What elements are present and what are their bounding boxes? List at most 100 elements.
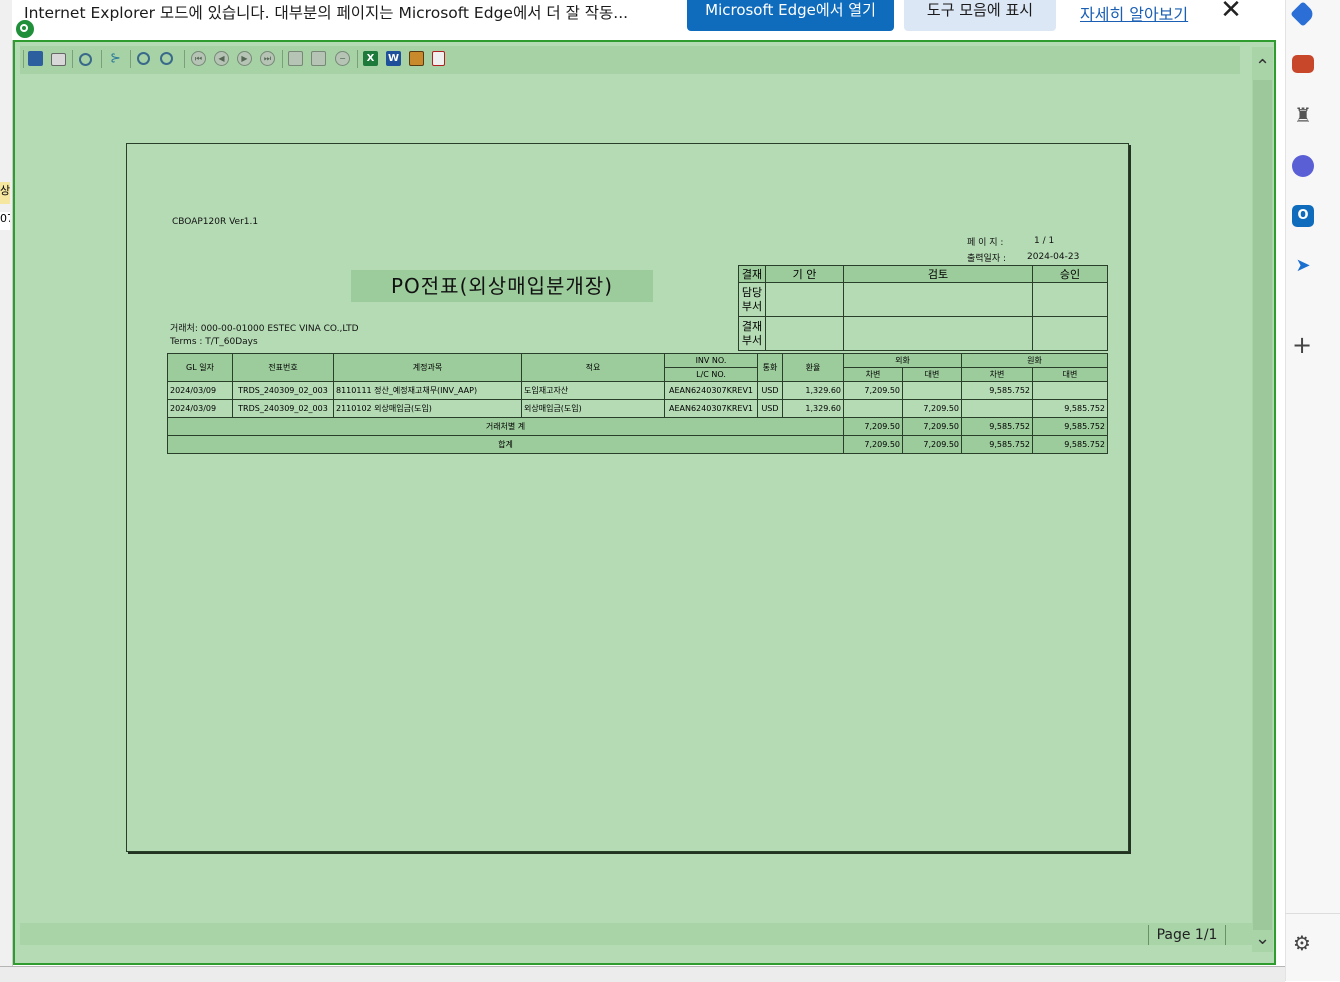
cell-account: 2110102 외상매입금(도입) bbox=[333, 399, 522, 418]
col-header: 적요 bbox=[521, 353, 665, 382]
save-icon[interactable] bbox=[28, 51, 43, 66]
ie-mode-icon[interactable] bbox=[15, 19, 35, 39]
col-header: INV NO. bbox=[664, 353, 758, 368]
subtotal-l-debit: 9,585.752 bbox=[961, 417, 1033, 436]
last-page-icon[interactable]: ⏭ bbox=[260, 51, 275, 66]
toolbox-icon[interactable] bbox=[1292, 55, 1314, 73]
gear-icon[interactable]: ⚙ bbox=[1290, 931, 1314, 955]
approval-cell bbox=[843, 316, 1033, 351]
col-header: GL 일자 bbox=[167, 353, 233, 382]
report-viewer-toolbar: ⊱ ⏮ ◀ ▶ ⏭ − X W bbox=[20, 46, 1240, 74]
col-header: 환율 bbox=[782, 353, 844, 382]
program-id: CBOAP120R Ver1.1 bbox=[172, 217, 259, 227]
first-page-icon[interactable]: ⏮ bbox=[191, 51, 206, 66]
approval-cell bbox=[765, 282, 844, 317]
cell-account: 8110111 정산_예정재고채무(INV_AAP) bbox=[333, 381, 522, 400]
col-header: 차변 bbox=[843, 367, 903, 382]
scroll-down-icon[interactable]: ⌄ bbox=[1252, 929, 1273, 949]
infobar-message: Internet Explorer 모드에 있습니다. 대부분의 페이지는 Mi… bbox=[24, 4, 629, 22]
next-page-icon[interactable]: ▶ bbox=[237, 51, 252, 66]
cell-f-credit: 7,209.50 bbox=[902, 399, 962, 418]
outlook-icon[interactable]: O bbox=[1292, 205, 1314, 227]
cell-f-debit: 7,209.50 bbox=[843, 381, 903, 400]
word-icon[interactable]: W bbox=[386, 51, 401, 66]
close-icon[interactable]: ✕ bbox=[1219, 0, 1243, 24]
open-in-edge-button[interactable]: Microsoft Edge에서 열기 bbox=[687, 0, 894, 31]
scroll-up-icon[interactable]: ⌃ bbox=[1252, 57, 1273, 77]
pdf-icon[interactable] bbox=[432, 51, 445, 66]
window-bottom-edge bbox=[0, 966, 1285, 982]
cell-slip-no: TRDS_240309_02_003 bbox=[232, 399, 334, 418]
print-icon[interactable] bbox=[51, 53, 66, 66]
total-l-debit: 9,585.752 bbox=[961, 435, 1033, 454]
scrollbar-thumb[interactable] bbox=[1253, 80, 1272, 930]
cell-f-debit bbox=[843, 399, 903, 418]
cell-inv-no: AEAN6240307KREV1 bbox=[664, 399, 758, 418]
approval-header: 승인 bbox=[1032, 265, 1108, 283]
col-header: 대변 bbox=[1032, 367, 1108, 382]
total-l-credit: 9,585.752 bbox=[1032, 435, 1108, 454]
show-in-toolbar-button[interactable]: 도구 모음에 표시 bbox=[904, 0, 1056, 31]
copilot-icon[interactable] bbox=[1292, 155, 1314, 177]
cell-currency: USD bbox=[757, 381, 783, 400]
cell-gl-date: 2024/03/09 bbox=[167, 381, 233, 400]
approval-cell bbox=[843, 282, 1033, 317]
image-icon[interactable] bbox=[409, 51, 424, 66]
edge-sidebar bbox=[1285, 0, 1340, 981]
sidebar-divider bbox=[1285, 913, 1340, 914]
find-icon[interactable] bbox=[160, 52, 173, 65]
cell-gl-date: 2024/03/09 bbox=[167, 399, 233, 418]
prev-page-icon[interactable]: ◀ bbox=[214, 51, 229, 66]
col-header: 원화 bbox=[961, 353, 1108, 368]
subtotal-l-credit: 9,585.752 bbox=[1032, 417, 1108, 436]
total-f-credit: 7,209.50 bbox=[902, 435, 962, 454]
cell-currency: USD bbox=[757, 399, 783, 418]
journal-table: GL 일자 전표번호 계정과목 적요 INV NO. 통화 환율 외화 원화 L… bbox=[167, 353, 1108, 454]
background-window-label: 상 bbox=[0, 182, 10, 204]
cell-memo: 도입재고자산 bbox=[521, 381, 665, 400]
table-row: 2024/03/09 TRDS_240309_02_003 2110102 외상… bbox=[167, 399, 1108, 418]
approval-cell bbox=[1032, 282, 1108, 317]
total-label: 합계 bbox=[167, 435, 844, 454]
report-title: PO전표(외상매입분개장) bbox=[351, 270, 653, 302]
subtotal-f-credit: 7,209.50 bbox=[902, 417, 962, 436]
approval-header: 기 안 bbox=[765, 265, 844, 283]
table-row: 2024/03/09 TRDS_240309_02_003 8110111 정산… bbox=[167, 381, 1108, 400]
vendor-line: 거래처: 000-00-01000 ESTEC VINA CO.,LTD bbox=[170, 324, 359, 334]
tree-icon[interactable]: ⊱ bbox=[108, 51, 123, 66]
page-value: 1 / 1 bbox=[1034, 236, 1055, 246]
cell-l-debit bbox=[961, 399, 1033, 418]
excel-icon[interactable]: X bbox=[363, 51, 378, 66]
terms-line: Terms : T/T_60Days bbox=[170, 337, 258, 347]
approval-cell bbox=[765, 316, 844, 351]
search-icon[interactable] bbox=[137, 52, 150, 65]
zoom-icon[interactable] bbox=[79, 53, 92, 66]
col-header: 전표번호 bbox=[232, 353, 334, 382]
page-indicator: Page 1/1 bbox=[1148, 925, 1226, 945]
approval-cell bbox=[1032, 316, 1108, 351]
export-icon[interactable] bbox=[288, 51, 303, 66]
add-icon[interactable]: + bbox=[1290, 333, 1314, 358]
total-f-debit: 7,209.50 bbox=[843, 435, 903, 454]
col-header: 통화 bbox=[757, 353, 783, 382]
viewer-status-bar bbox=[20, 923, 1252, 945]
cell-memo: 외상매입금(도입) bbox=[521, 399, 665, 418]
approval-row-label: 담당 부서 bbox=[738, 282, 766, 317]
approval-header: 결재 bbox=[738, 265, 766, 283]
col-header: 차변 bbox=[961, 367, 1033, 382]
chess-icon[interactable]: ♜ bbox=[1292, 104, 1314, 126]
send-icon[interactable]: ➤ bbox=[1292, 255, 1314, 277]
approval-header: 검토 bbox=[843, 265, 1033, 283]
cell-l-credit bbox=[1032, 381, 1108, 400]
subtotal-label: 거래처별 계 bbox=[167, 417, 844, 436]
report-page: CBOAP120R Ver1.1 페 이 지 : 1 / 1 출력일자 : 20… bbox=[126, 143, 1129, 852]
stop-icon[interactable]: − bbox=[335, 51, 350, 66]
page-label: 페 이 지 : bbox=[967, 238, 1004, 248]
cell-rate: 1,329.60 bbox=[782, 399, 844, 418]
background-window-strip: 상 07 bbox=[0, 0, 13, 981]
import-icon[interactable] bbox=[311, 51, 326, 66]
print-date: 2024-04-23 bbox=[1027, 252, 1080, 262]
learn-more-link[interactable]: 자세히 알아보기 bbox=[1080, 1, 1188, 25]
col-header: 계정과목 bbox=[333, 353, 522, 382]
total-row: 합계 7,209.50 7,209.50 9,585.752 9,585.752 bbox=[167, 435, 1108, 454]
